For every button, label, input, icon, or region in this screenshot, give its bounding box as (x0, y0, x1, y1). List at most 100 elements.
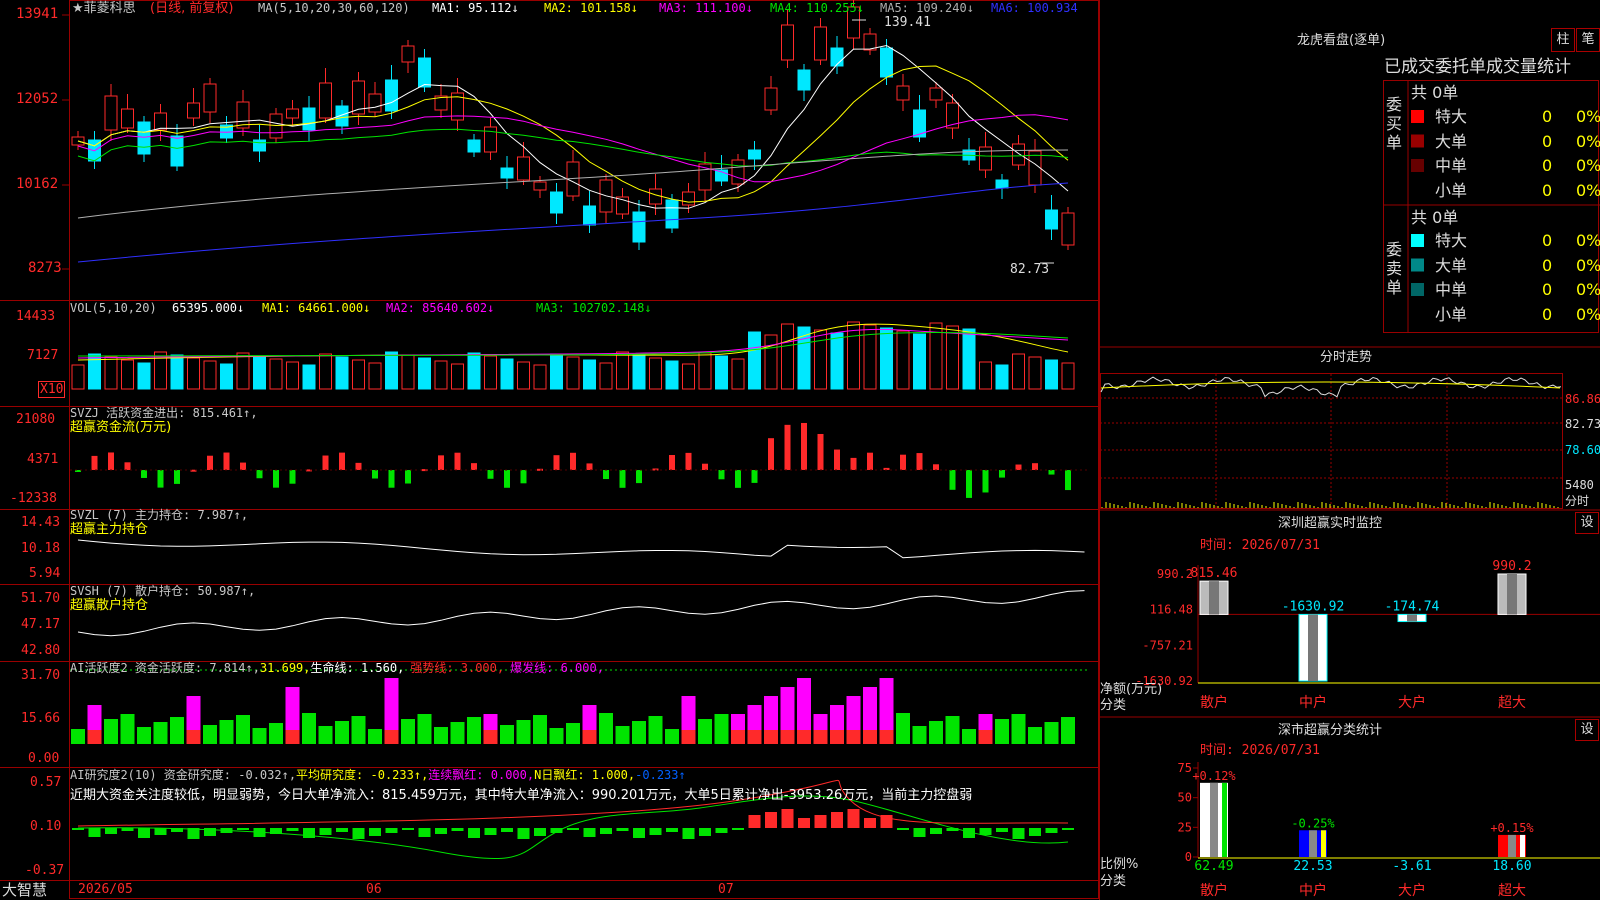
buy-row-name: 小单 (1435, 180, 1468, 200)
research-bar (105, 828, 117, 834)
candle-body (880, 47, 893, 78)
volume-bar (995, 364, 1009, 390)
y-tick: 7127 (27, 348, 59, 363)
stock-title: ★菲菱科思 (72, 1, 136, 16)
research-bar (336, 828, 348, 832)
fundflow-bar (685, 452, 692, 470)
svsh-sub: 超赢散户持仓 (70, 598, 149, 613)
activity-base (219, 730, 234, 744)
date-tick: 07 (718, 882, 734, 897)
buy-row-name: 中单 (1435, 156, 1468, 175)
fenshi-title[interactable]: 分时走势 (1320, 350, 1372, 365)
fundflow-bar (124, 462, 131, 470)
vol-ma-value-2: MA2: 85640.602↓ (386, 301, 495, 315)
monitor-axis-label2: 分类 (1100, 698, 1127, 713)
activity-base (87, 730, 102, 744)
monitor-bar-label: -1630.92 (1282, 599, 1345, 614)
research-bar (913, 828, 926, 837)
vol-unit: X10 (38, 381, 66, 398)
fundflow-bar (933, 464, 939, 470)
ma-value-5: MA5: 109.240↓ (880, 1, 974, 15)
volume-bar (418, 357, 431, 390)
bar-mode-button[interactable]: 柱 (1551, 28, 1575, 52)
candle-body (418, 57, 431, 88)
volume-bar (797, 326, 811, 390)
sell-row-swatch (1411, 283, 1424, 296)
date-tick: 06 (366, 882, 382, 897)
activity-base (269, 730, 283, 744)
activity-base (533, 730, 547, 744)
stats-y-tick: 50 (1178, 791, 1192, 805)
stats-bar-core (1309, 830, 1317, 857)
fundflow-bar (240, 462, 246, 470)
monitor-settings-button[interactable]: 设 (1575, 512, 1599, 534)
research-bar (319, 828, 332, 835)
volume-bar (731, 358, 745, 390)
stats-bar-label: 62.49 (1194, 859, 1233, 874)
research-bar (154, 828, 167, 835)
volume-bar (319, 353, 332, 390)
stats-bar-core (1508, 834, 1516, 857)
research-bar (616, 828, 629, 831)
y-tick: 14.43 (21, 515, 61, 530)
activity-base (104, 730, 118, 744)
price-mode[interactable]: (日线, 前复权) (150, 1, 233, 16)
activity-base (797, 730, 811, 744)
activity-base (896, 730, 910, 744)
y-tick: -0.37 (25, 863, 65, 878)
activity-base (335, 730, 349, 744)
volume-bar (616, 351, 629, 390)
candle-body (385, 79, 398, 112)
candle-body (1061, 212, 1075, 246)
fundflow-bar (174, 470, 180, 484)
activity-base (1044, 730, 1059, 744)
sell-row-p: 0% (1576, 304, 1600, 324)
stats-category: 中户 (1299, 882, 1327, 899)
activity-base (417, 730, 432, 744)
research-bar (369, 828, 381, 836)
candle-body (401, 45, 415, 63)
volume-bar (550, 353, 563, 390)
monitor-y-tick: -757.21 (1142, 638, 1193, 652)
volume-bar (71, 364, 85, 390)
activity-base (747, 730, 762, 744)
candle-body (533, 181, 547, 191)
research-bar (732, 828, 744, 830)
activity-base (285, 730, 300, 744)
ai2-note: 近期大资金关注度较低，明显弱势，今日大单净流入：815.459万元，其中特大单净… (70, 788, 973, 803)
research-bar (600, 828, 612, 834)
activity-base (731, 730, 745, 744)
research-bar (501, 828, 513, 832)
tick-mode-button[interactable]: 笔 (1576, 28, 1600, 52)
activity-base (368, 730, 382, 744)
fundflow-bar (91, 455, 98, 470)
fundflow-bar (1015, 464, 1022, 470)
candle-body (830, 47, 844, 67)
volume-bar (913, 333, 926, 390)
research-bar (748, 815, 761, 828)
y-tick: 15.66 (21, 711, 61, 726)
stats-settings-button[interactable]: 设 (1575, 719, 1599, 741)
fundflow-bar (289, 470, 296, 484)
stats-category: 超大 (1498, 883, 1526, 899)
activity-base (813, 730, 828, 744)
buy-row-p: 0% (1576, 180, 1600, 200)
fundflow-bar (900, 454, 906, 470)
stats-y-tick: 0 (1185, 850, 1192, 864)
trade-tabs[interactable]: 已成交委托单成交量统计 (1384, 57, 1571, 77)
candle-body (1012, 143, 1025, 166)
fundflow-bar (520, 470, 527, 484)
activity-base (467, 730, 481, 744)
kline-chart-area[interactable]: 990.2116.48-757.21-1630.92815.46散户-1630.… (0, 0, 1600, 900)
candle-body (682, 191, 695, 206)
app-logo[interactable]: 大智慧 (2, 881, 47, 899)
volume-bar (533, 364, 547, 390)
stats-axis-label2: 分类 (1100, 874, 1127, 889)
activity-base (318, 730, 333, 744)
y-tick: 0.57 (30, 775, 62, 790)
volume-bar (302, 364, 316, 390)
vol-ma-value-3: MA3: 102702.148↓ (536, 301, 652, 315)
monitor-bar-label: 815.46 (1191, 566, 1238, 581)
y-tick: 82.73 (1565, 417, 1600, 431)
research-bar (798, 818, 810, 828)
